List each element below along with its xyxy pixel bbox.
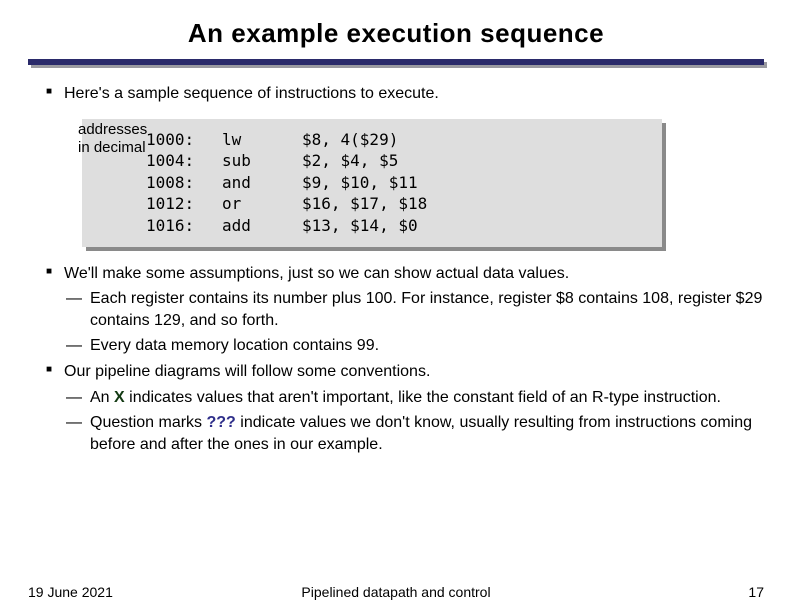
footer-title: Pipelined datapath and control <box>28 584 764 600</box>
assumption-memory: Every data memory location contains 99. <box>90 335 764 357</box>
page-title: An example execution sequence <box>28 12 764 57</box>
convention-question: Question marks ??? indicate values we do… <box>90 412 764 455</box>
conventions-sublist: An X indicates values that aren't import… <box>64 387 764 456</box>
code-op: lw <box>222 129 302 151</box>
code-row: 1016: add $13, $14, $0 <box>92 215 646 237</box>
body-list: We'll make some assumptions, just so we … <box>28 263 764 456</box>
code-row: 1012: or $16, $17, $18 <box>92 193 646 215</box>
title-rule <box>28 59 764 65</box>
address-note: addresses in decimal <box>78 121 147 157</box>
conventions-lead: Our pipeline diagrams will follow some c… <box>64 363 430 380</box>
question-marker: ??? <box>206 414 235 431</box>
code-row: 1000: lw $8, 4($29) <box>92 129 646 151</box>
convention-x-pre: An <box>90 389 114 406</box>
code-args: $2, $4, $5 <box>302 150 646 172</box>
code-row: 1004: sub $2, $4, $5 <box>92 150 646 172</box>
code-op: add <box>222 215 302 237</box>
assumptions-bullet: We'll make some assumptions, just so we … <box>64 263 764 357</box>
code-block-wrap: addresses in decimal 1000: lw $8, 4($29)… <box>82 119 662 247</box>
code-op: or <box>222 193 302 215</box>
code-addr: 1016: <box>92 215 222 237</box>
code-args: $16, $17, $18 <box>302 193 646 215</box>
x-marker: X <box>114 389 125 406</box>
code-op: sub <box>222 150 302 172</box>
code-args: $8, 4($29) <box>302 129 646 151</box>
intro-list: Here's a sample sequence of instructions… <box>28 83 764 105</box>
convention-x: An X indicates values that aren't import… <box>90 387 764 409</box>
note-line1: addresses <box>78 121 147 138</box>
assumptions-lead: We'll make some assumptions, just so we … <box>64 265 569 282</box>
code-addr: 1008: <box>92 172 222 194</box>
code-addr: 1012: <box>92 193 222 215</box>
footer-page: 17 <box>748 584 764 600</box>
assumptions-sublist: Each register contains its number plus 1… <box>64 288 764 357</box>
intro-bullet: Here's a sample sequence of instructions… <box>64 83 764 105</box>
assumption-registers: Each register contains its number plus 1… <box>90 288 764 331</box>
footer: 19 June 2021 Pipelined datapath and cont… <box>28 584 764 600</box>
code-args: $9, $10, $11 <box>302 172 646 194</box>
code-args: $13, $14, $0 <box>302 215 646 237</box>
convention-x-post: indicates values that aren't important, … <box>125 389 721 406</box>
code-op: and <box>222 172 302 194</box>
note-line2: in decimal <box>78 139 146 156</box>
code-block: addresses in decimal 1000: lw $8, 4($29)… <box>82 119 662 247</box>
code-row: 1008: and $9, $10, $11 <box>92 172 646 194</box>
conventions-bullet: Our pipeline diagrams will follow some c… <box>64 361 764 455</box>
slide: An example execution sequence Here's a s… <box>0 0 792 612</box>
convention-q-pre: Question marks <box>90 414 206 431</box>
